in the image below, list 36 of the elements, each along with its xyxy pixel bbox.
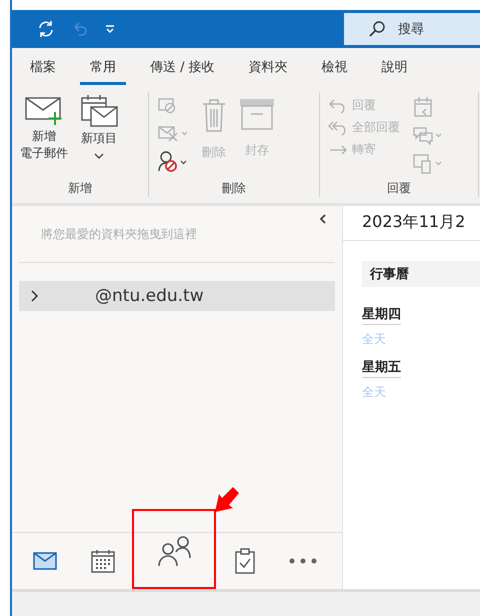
- new-email-button[interactable]: 新增 電子郵件: [16, 92, 72, 180]
- day-heading: 星期四: [362, 305, 401, 325]
- refresh-icon[interactable]: [36, 19, 56, 39]
- collapse-chevron-icon[interactable]: [319, 214, 327, 224]
- block-person-icon[interactable]: [157, 150, 189, 172]
- all-day-label: 全天: [362, 331, 386, 348]
- calendar-icon[interactable]: [91, 549, 115, 573]
- people-icon[interactable]: [156, 535, 192, 567]
- day-heading: 星期五: [362, 358, 401, 378]
- caret-icon: [94, 153, 104, 159]
- calendar-envelope-icon: [80, 94, 118, 128]
- ribbon-tab[interactable]: 檢視: [312, 52, 358, 84]
- date-heading: 2023年11月2: [343, 206, 480, 241]
- mail-icon[interactable]: [33, 552, 57, 570]
- group-label: 回覆: [386, 180, 412, 197]
- group-label: 刪除: [221, 180, 247, 197]
- archive-box-icon: [239, 98, 275, 130]
- calendar-section-header: 行事曆: [362, 261, 480, 287]
- clipboard-check-icon[interactable]: [235, 548, 255, 574]
- favorites-hint: 將您最愛的資料夾拖曳到這裡: [41, 226, 197, 242]
- all-day-label: 全天: [362, 384, 386, 401]
- more-dots-icon[interactable]: [289, 558, 317, 564]
- group-label: 新增: [67, 180, 93, 197]
- chevron-icon: [29, 290, 39, 302]
- new-item-button[interactable]: 新項目: [76, 92, 122, 180]
- ribbon-tab[interactable]: 說明: [372, 52, 418, 84]
- search-icon: [368, 20, 386, 38]
- trash-icon: [201, 98, 227, 132]
- ribbon-tab[interactable]: 檔案: [20, 52, 66, 84]
- customize-caret-icon[interactable]: [104, 23, 116, 35]
- search-field[interactable]: 搜尋: [344, 13, 480, 45]
- account-name: @ntu.edu.tw: [95, 286, 204, 306]
- account-folder[interactable]: @ntu.edu.tw: [19, 281, 335, 311]
- ribbon-tab[interactable]: 常用: [80, 52, 126, 84]
- ribbon-tab[interactable]: 傳送 / 接收: [140, 52, 225, 84]
- ribbon-tab[interactable]: 資料夾: [238, 52, 298, 84]
